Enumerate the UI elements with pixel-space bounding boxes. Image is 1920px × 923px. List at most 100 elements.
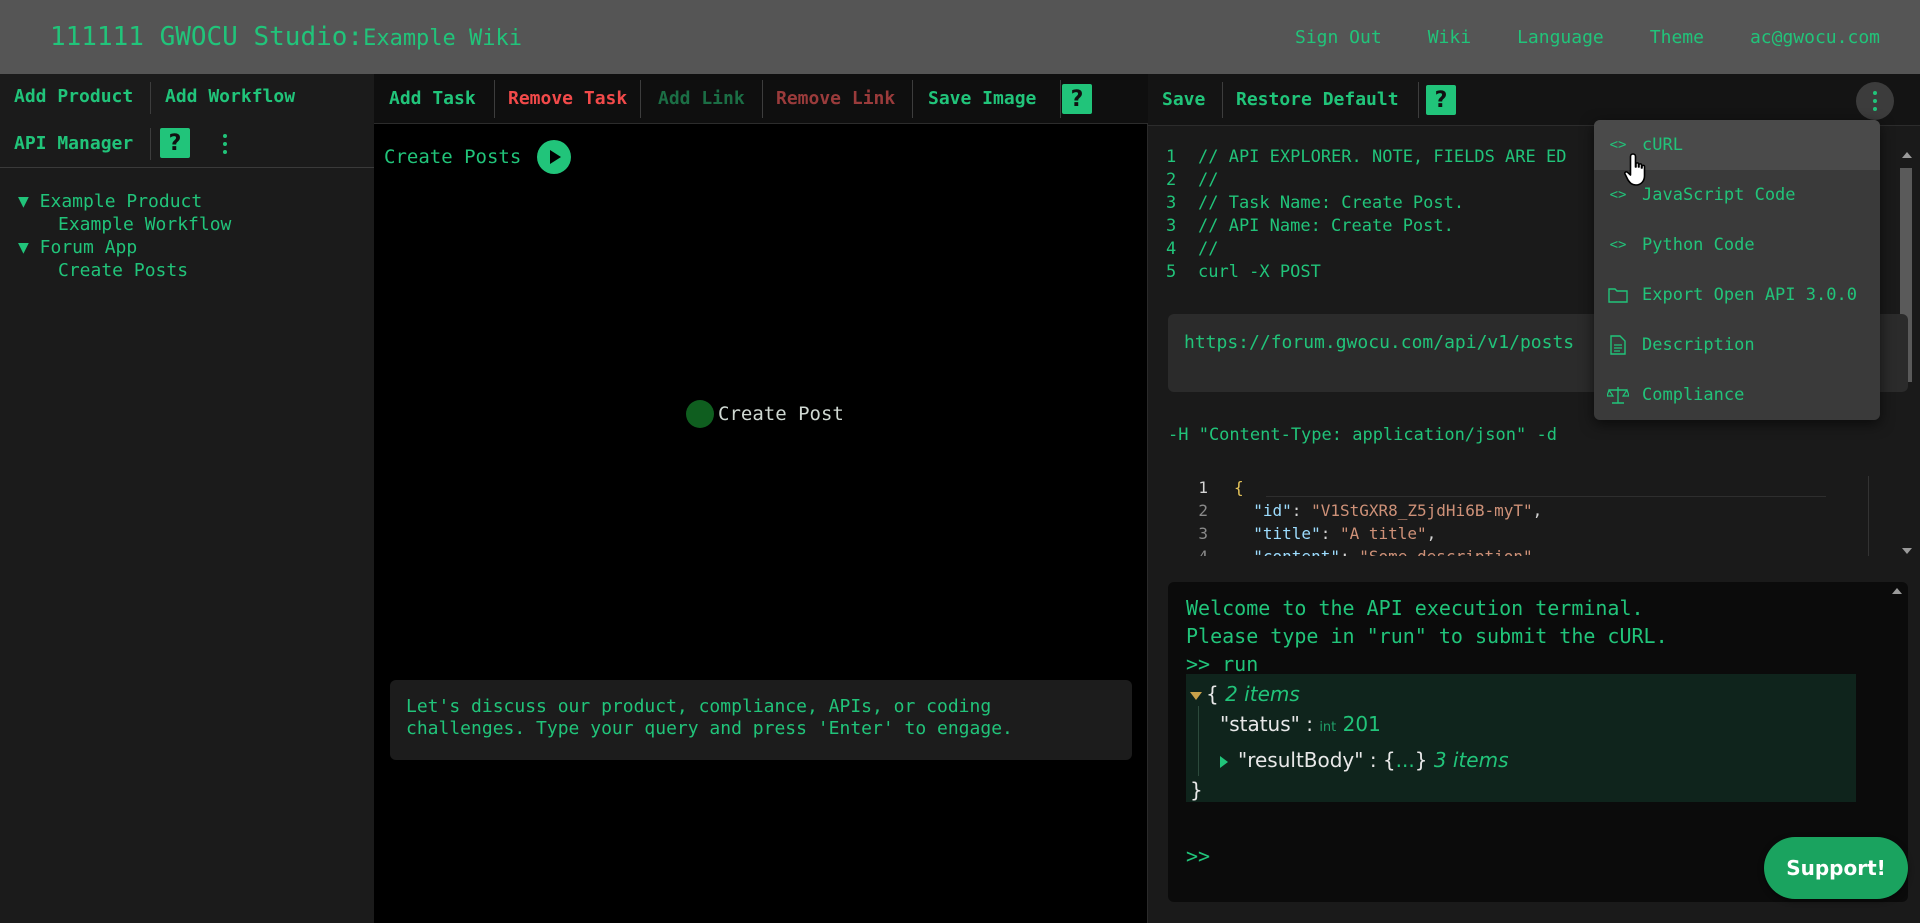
toolbar-divider [494, 80, 495, 118]
hand-cursor-icon [1624, 152, 1654, 192]
tree-item-forum-app[interactable]: ▼ Forum App [18, 236, 231, 259]
canvas-toolbar: Add Task Remove Task Add Link Remove Lin… [374, 74, 1148, 124]
nav-user-email[interactable]: ac@gwocu.com [1750, 27, 1880, 48]
terminal-output: Welcome to the API execution terminal. P… [1186, 594, 1668, 678]
brand-title: 111111 GWOCU Studio: [50, 22, 364, 52]
support-button[interactable]: Support! [1764, 837, 1908, 899]
add-product-button[interactable]: Add Product [14, 86, 133, 107]
expand-icon[interactable] [1220, 755, 1228, 768]
remove-task-button[interactable]: Remove Task [508, 88, 627, 109]
export-menu-button[interactable] [1856, 82, 1894, 120]
toolbar-divider [762, 80, 763, 118]
status-type: int [1319, 720, 1337, 735]
more-options-icon[interactable] [222, 134, 228, 154]
tree-guide-line [1198, 706, 1199, 776]
sidebar: Add Product Add Workflow API Manager ? ▼… [0, 74, 374, 923]
workflow-node[interactable]: Create Post [686, 400, 844, 428]
toolbar-divider [150, 82, 151, 114]
help-button[interactable]: ? [160, 128, 190, 158]
result-body-key: "resultBody" [1238, 748, 1364, 772]
toolbar-divider [1222, 82, 1223, 118]
result-count: 2 items [1225, 682, 1300, 706]
scroll-down-arrow[interactable] [1902, 548, 1912, 554]
help-button[interactable]: ? [1062, 84, 1092, 114]
scale-icon [1606, 385, 1630, 405]
node-dot[interactable] [686, 400, 714, 428]
workflow-canvas-panel: Add Task Remove Task Add Link Remove Lin… [374, 74, 1148, 923]
product-tree: ▼ Example Product Example Workflow ▼ For… [18, 190, 231, 282]
result-body-count: 3 items [1433, 748, 1509, 772]
workflow-title: Create Posts [384, 140, 572, 174]
menu-item-compliance[interactable]: Compliance [1594, 370, 1880, 420]
result-root[interactable]: { 2 items [1190, 682, 1300, 706]
result-close-brace: } [1190, 778, 1203, 802]
terminal-command: >> run [1186, 652, 1259, 676]
terminal-prompt[interactable]: >> [1186, 844, 1210, 868]
save-image-button[interactable]: Save Image [928, 88, 1036, 109]
nav-theme[interactable]: Theme [1650, 27, 1704, 48]
nav-wiki[interactable]: Wiki [1428, 27, 1471, 48]
add-task-button[interactable]: Add Task [389, 88, 476, 109]
workflow-title-text: Create Posts [384, 146, 522, 168]
status-value: 201 [1342, 712, 1381, 736]
tree-item-example-product[interactable]: ▼ Example Product [18, 190, 231, 213]
editor-minimap-border [1868, 476, 1869, 556]
editor-current-line [1266, 496, 1826, 497]
save-button[interactable]: Save [1162, 89, 1205, 110]
collapse-icon[interactable] [1190, 691, 1202, 700]
app-header: 111111 GWOCU Studio: Example Wiki Sign O… [0, 0, 1920, 74]
menu-item-description[interactable]: Description [1594, 320, 1880, 370]
folder-icon [1606, 285, 1630, 305]
scroll-up-arrow[interactable] [1902, 152, 1912, 158]
result-body-row[interactable]: "resultBody" : {...} 3 items [1220, 748, 1509, 772]
api-comment-code[interactable]: 1// API EXPLORER. NOTE, FIELDS ARE ED 2/… [1166, 146, 1566, 284]
toolbar-divider [1418, 82, 1419, 118]
chat-input[interactable]: Let's discuss our product, compliance, A… [390, 680, 1132, 760]
menu-item-export-open-api[interactable]: Export Open API 3.0.0 [1594, 270, 1880, 320]
explorer-toolbar: Save Restore Default ? [1148, 74, 1920, 126]
toolbar-divider [1060, 80, 1061, 118]
run-workflow-button[interactable] [537, 140, 572, 174]
menu-item-python-code[interactable]: <> Python Code [1594, 220, 1880, 270]
brand: 111111 GWOCU Studio: Example Wiki [50, 22, 522, 52]
code-line: 5 curl -X POST [1166, 262, 1321, 282]
toolbar-divider [150, 128, 151, 160]
help-button[interactable]: ? [1426, 85, 1456, 115]
root-brace: { [1206, 682, 1219, 706]
node-label: Create Post [718, 403, 844, 425]
request-header-text[interactable]: -H "Content-Type: application/json" -d [1168, 425, 1557, 445]
code-line: 1// API EXPLORER. NOTE, FIELDS ARE ED [1166, 147, 1567, 167]
api-manager-button[interactable]: API Manager [14, 133, 133, 154]
add-workflow-button[interactable]: Add Workflow [165, 86, 295, 107]
code-line: 2// [1166, 170, 1219, 190]
document-icon [1606, 335, 1630, 355]
editor-line: 3 "title": "A title", [1198, 524, 1437, 543]
terminal-welcome: Welcome to the API execution terminal. [1186, 596, 1644, 620]
code-line: 4// [1166, 239, 1219, 259]
status-key: "status" [1220, 712, 1300, 736]
code-line: 3// Task Name: Create Post. [1166, 193, 1465, 213]
brand-subtitle: Example Wiki [363, 26, 523, 51]
request-body-editor[interactable]: 1{ 2 "id": "V1StGXR8_Z5jdHi6B-myT", 3 "t… [1168, 476, 1896, 556]
result-body-ellipsis: ... [1395, 748, 1415, 772]
sidebar-toolbar: Add Product Add Workflow API Manager ? [0, 74, 374, 168]
toolbar-divider [912, 80, 913, 118]
terminal-instruction: Please type in "run" to submit the cURL. [1186, 624, 1668, 648]
code-icon: <> [1609, 237, 1627, 253]
more-options-icon [1872, 91, 1878, 111]
tree-item-create-posts[interactable]: Create Posts [18, 259, 231, 282]
editor-line: 4 "content": "Some description" [1168, 545, 1896, 556]
tree-item-example-workflow[interactable]: Example Workflow [18, 213, 231, 236]
add-link-button[interactable]: Add Link [658, 88, 745, 109]
result-status-row: "status" : int 201 [1220, 712, 1381, 736]
restore-default-button[interactable]: Restore Default [1236, 89, 1399, 110]
code-line: 3// API Name: Create Post. [1166, 216, 1454, 236]
top-nav: Sign Out Wiki Language Theme ac@gwocu.co… [1295, 0, 1880, 74]
toolbar-divider [640, 80, 641, 118]
editor-line: 2 "id": "V1StGXR8_Z5jdHi6B-myT", [1198, 501, 1543, 520]
nav-sign-out[interactable]: Sign Out [1295, 27, 1382, 48]
nav-language[interactable]: Language [1517, 27, 1604, 48]
json-result-viewer: { 2 items "status" : int 201 "resultBody… [1186, 674, 1856, 802]
terminal-scroll-up-arrow[interactable] [1892, 588, 1902, 594]
remove-link-button[interactable]: Remove Link [776, 88, 895, 109]
